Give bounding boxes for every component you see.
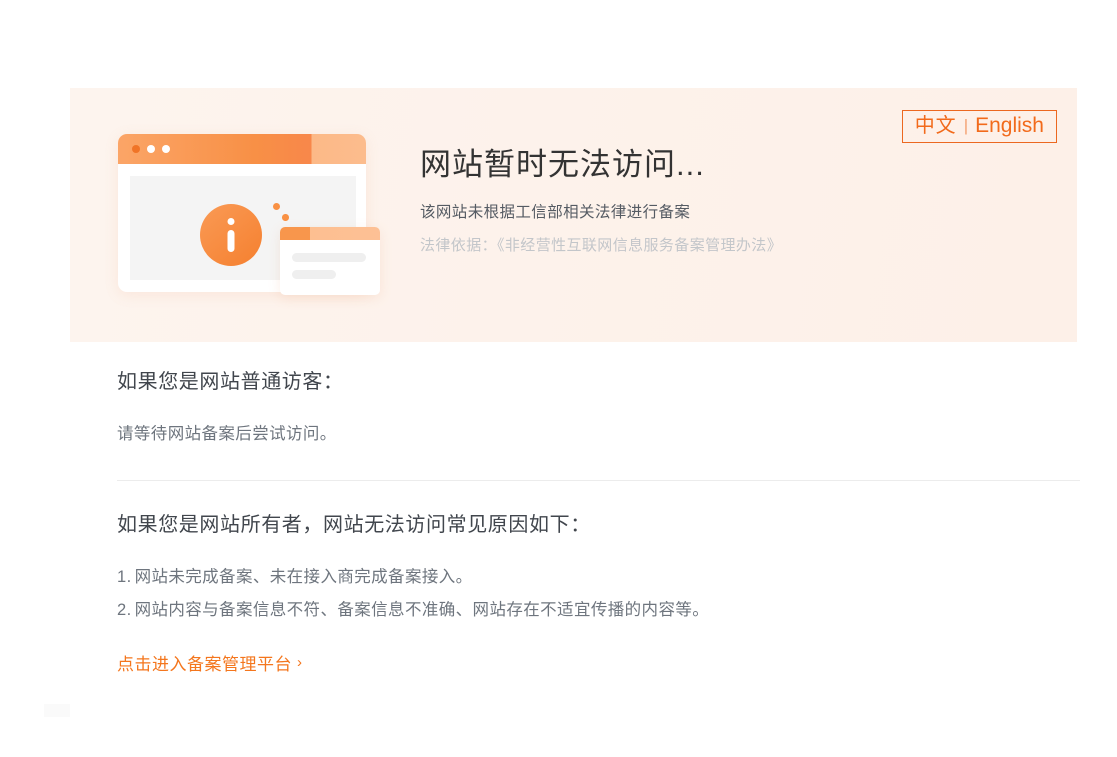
document-card-line	[292, 253, 366, 262]
banner-text-block: 网站暂时无法访问... 该网站未根据工信部相关法律进行备案 法律依据：《非经营性…	[420, 147, 980, 255]
language-option-english[interactable]: English	[975, 115, 1044, 136]
window-minimize-dot-icon	[147, 145, 155, 153]
document-card-mock	[280, 227, 380, 295]
language-option-chinese[interactable]: 中文	[915, 116, 957, 136]
list-item: 2. 网站内容与备案信息不符、备案信息不准确、网站存在不适宜传播的内容等。	[117, 596, 1082, 620]
browser-titlebar	[118, 134, 366, 164]
sparkle-dot-icon	[282, 214, 289, 221]
chevron-right-icon: ›	[297, 654, 303, 671]
banner-subtitle: 该网站未根据工信部相关法律进行备案	[420, 204, 691, 222]
browser-warning-illustration	[110, 122, 410, 312]
owner-section: 如果您是网站所有者，网站无法访问常见原因如下： 1. 网站未完成备案、未在接入商完…	[117, 508, 1082, 629]
section-divider	[117, 480, 1080, 481]
page-title: 网站暂时无法访问...	[420, 147, 705, 182]
language-switcher[interactable]: 中文 | English	[901, 110, 1057, 143]
banner-legal-basis: 法律依据：《非经营性互联网信息服务备案管理办法》	[420, 237, 783, 255]
list-item-number: 1.	[117, 568, 132, 586]
notice-banner: 中文 | English 网站暂时无法访问... 该网站未根据工信部相关法律进行…	[70, 88, 1077, 342]
info-icon-dot	[227, 218, 235, 225]
language-separator: |	[963, 116, 969, 135]
info-icon	[200, 204, 262, 266]
visitor-section-body: 请等待网站备案后尝试访问。	[117, 425, 337, 443]
visitor-section: 如果您是网站普通访客： 请等待网站备案后尝试访问。	[117, 365, 1082, 444]
document-card-header	[280, 227, 380, 240]
visitor-section-heading: 如果您是网站普通访客：	[117, 371, 344, 393]
info-icon-stem	[227, 230, 235, 252]
bottom-placeholder-block	[44, 704, 70, 717]
sparkle-dot-icon	[273, 203, 280, 210]
window-maximize-dot-icon	[162, 145, 170, 153]
owner-section-heading: 如果您是网站所有者，网站无法访问常见原因如下：	[117, 514, 591, 536]
icp-platform-link[interactable]: 点击进入备案管理平台 ›	[117, 650, 303, 675]
list-item-number: 2.	[117, 601, 132, 619]
document-card-line	[292, 270, 336, 279]
icp-platform-link-label: 点击进入备案管理平台	[117, 655, 292, 674]
window-close-dot-icon	[132, 145, 140, 153]
list-item: 1. 网站未完成备案、未在接入商完成备案接入。	[117, 563, 1082, 587]
list-item-text: 网站内容与备案信息不符、备案信息不准确、网站存在不适宜传播的内容等。	[134, 601, 710, 619]
owner-reason-list: 1. 网站未完成备案、未在接入商完成备案接入。 2. 网站内容与备案信息不符、备案信…	[117, 563, 1082, 620]
list-item-text: 网站未完成备案、未在接入商完成备案接入。	[134, 568, 473, 586]
